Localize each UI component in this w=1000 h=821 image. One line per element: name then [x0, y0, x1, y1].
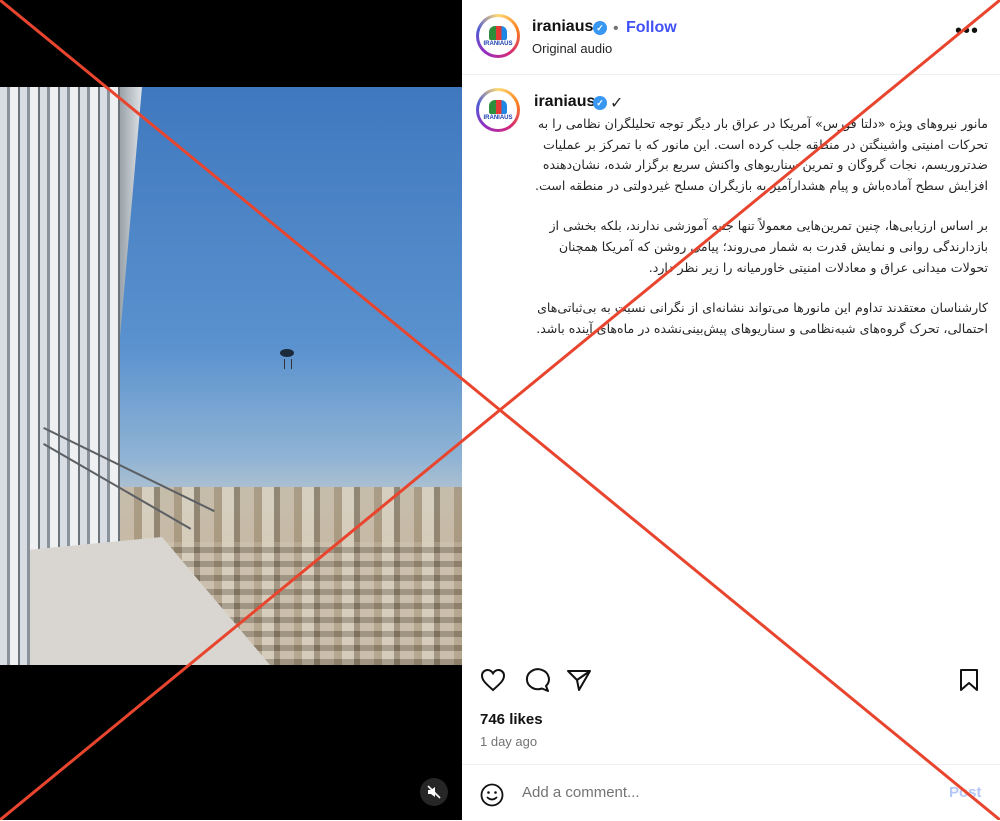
mute-icon[interactable] [420, 778, 448, 806]
separator-dot: • [613, 20, 619, 37]
verified-icon: ✓ [593, 96, 607, 110]
post-time[interactable]: 1 day ago [480, 734, 537, 749]
video-panel[interactable] [0, 0, 462, 820]
heart-icon[interactable] [480, 668, 506, 697]
caption-paragraph: کارشناسان معتقدند تداوم این مانورها می‌ت… [536, 300, 988, 336]
original-audio-link[interactable]: Original audio [532, 41, 612, 56]
avatar[interactable]: IRANIAUS [476, 14, 520, 58]
username[interactable]: iraniaus [532, 18, 593, 36]
caption-paragraph: بر اساس ارزیابی‌ها، چنین تمرین‌هایی معمو… [549, 218, 988, 275]
comment-icon[interactable] [524, 668, 550, 697]
comment-bar: Add a comment... Post [462, 764, 1000, 821]
post-button[interactable]: Post [949, 784, 982, 801]
avatar-logo-text: IRANIAUS [483, 40, 513, 47]
logo-figure [489, 99, 507, 114]
comment-input[interactable]: Add a comment... [522, 784, 640, 801]
post-panel: IRANIAUS iraniaus ✓ • Follow Original au… [462, 0, 1000, 820]
post-header: IRANIAUS iraniaus ✓ • Follow Original au… [462, 0, 1000, 75]
more-options-icon[interactable]: ••• [955, 21, 979, 41]
video-frame[interactable] [0, 87, 462, 665]
helicopter-load [284, 359, 292, 369]
caption-avatar[interactable]: IRANIAUS [476, 88, 520, 132]
follow-button[interactable]: Follow [626, 19, 677, 37]
helicopter [280, 349, 294, 357]
post-caption: مانور نیروهای ویژه «دلتا فورس» آمریکا در… [522, 114, 988, 359]
logo-figure [489, 25, 507, 40]
caption-paragraph: مانور نیروهای ویژه «دلتا فورس» آمریکا در… [534, 116, 988, 193]
action-bar [462, 660, 1000, 700]
verified-icon: ✓ [593, 21, 607, 35]
emoji-icon[interactable] [480, 783, 504, 812]
bookmark-icon[interactable] [958, 668, 980, 697]
avatar-logo-text: IRANIAUS [483, 114, 513, 121]
caption-username[interactable]: iraniaus [534, 93, 595, 111]
caption-checkmark: ✓ [610, 95, 624, 112]
likes-count[interactable]: 746 likes [480, 711, 543, 728]
share-icon[interactable] [566, 668, 592, 697]
